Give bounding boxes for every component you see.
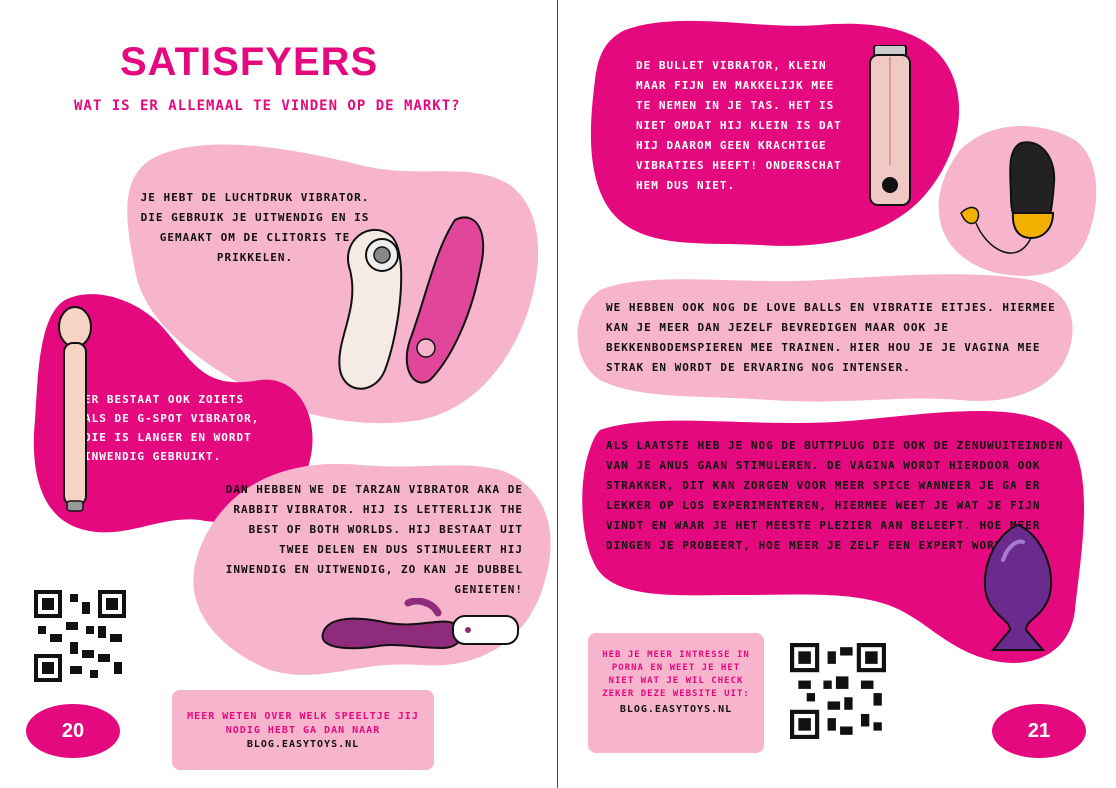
info-box-left: MEER WETEN OVER WELK SPEELTJE JIJ NODIG …	[172, 690, 434, 770]
buttplug-icon	[983, 523, 1053, 651]
info-text-right: HEB JE MEER INTRESSE IN PORNA EN WEET JE…	[602, 650, 750, 699]
vibrating-egg-icon	[960, 141, 1056, 254]
left-page: SATISFYERS WAT IS ER ALLEMAAL TE VINDEN …	[0, 0, 558, 788]
bullet-description: DE BULLET VIBRATOR, KLEIN MAAR FIJN EN M…	[636, 59, 842, 192]
air-pulse-vibrator-icon	[338, 216, 485, 390]
page-number-left: 20	[26, 704, 120, 758]
info-box-right: HEB JE MEER INTRESSE IN PORNA EN WEET JE…	[588, 633, 764, 753]
qr-code-icon[interactable]	[34, 590, 126, 682]
bullet-vibrator-icon	[869, 45, 911, 206]
qr-code-icon[interactable]	[790, 643, 886, 739]
gspot-vibrator-icon	[58, 306, 92, 512]
page-subtitle: WAT IS ER ALLEMAAL TE VINDEN OP DE MARKT…	[74, 98, 461, 114]
page-title: SATISFYERS	[120, 40, 379, 84]
rabbit-description: DAN HEBBEN WE DE TARZAN VIBRATOR AKA DE …	[225, 483, 523, 596]
loveballs-description: WE HEBBEN OOK NOG DE LOVE BALLS EN VIBRA…	[606, 301, 1056, 374]
right-page: DE BULLET VIBRATOR, KLEIN MAAR FIJN EN M…	[558, 0, 1116, 788]
magazine-spread: SATISFYERS WAT IS ER ALLEMAAL TE VINDEN …	[0, 0, 1116, 788]
blog-link-right[interactable]: BLOG.EASYTOYS.NL	[596, 703, 756, 717]
info-text-left: MEER WETEN OVER WELK SPEELTJE JIJ NODIG …	[187, 711, 419, 736]
rabbit-vibrator-icon	[321, 598, 519, 650]
page-number-right: 21	[992, 704, 1086, 758]
gspot-description: ER BESTAAT OOK ZOIETS ALS DE G-SPOT VIBR…	[84, 393, 260, 463]
blog-link-left[interactable]: BLOG.EASYTOYS.NL	[180, 738, 426, 752]
